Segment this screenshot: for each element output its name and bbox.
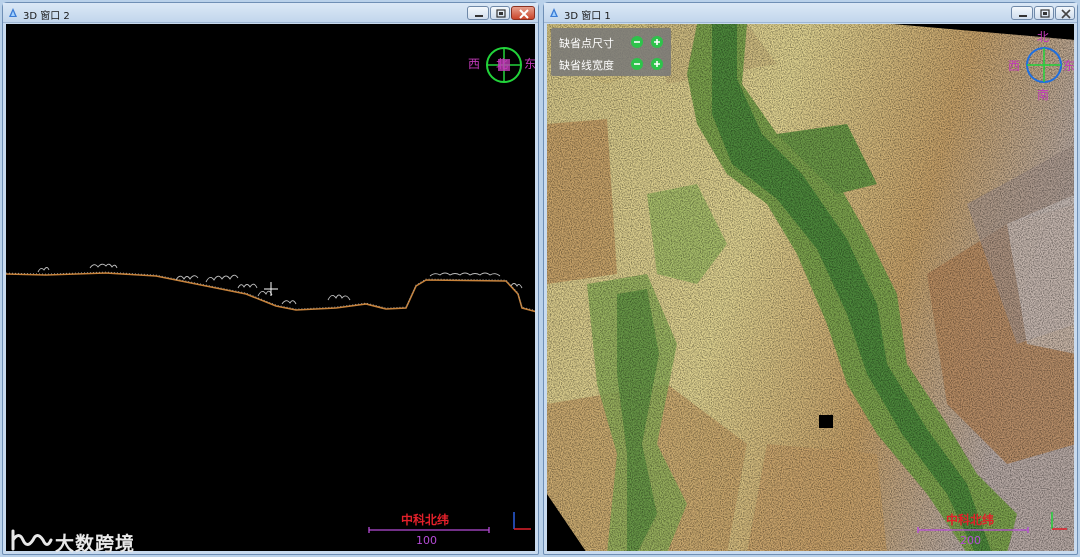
title-bar[interactable]: 3D 窗口 1	[544, 3, 1077, 23]
close-button[interactable]	[1055, 6, 1075, 20]
plus-icon	[654, 61, 660, 67]
app-icon	[9, 8, 17, 17]
minimize-button[interactable]	[1011, 6, 1033, 20]
scalebar-value: 100	[416, 534, 437, 547]
axis-indicator-icon	[1051, 512, 1067, 530]
app-icon	[550, 8, 558, 17]
maximize-button[interactable]	[1034, 6, 1054, 20]
minimize-button[interactable]	[467, 6, 489, 20]
compass-south-label: 南	[1037, 88, 1050, 102]
point-size-increase-button[interactable]	[651, 36, 663, 48]
display-settings-panel: 缺省点尺寸 缺省线宽度	[551, 28, 671, 76]
minus-icon	[634, 63, 640, 65]
compass-north-label: 北	[496, 57, 509, 71]
compass-icon	[1026, 47, 1062, 83]
point-size-decrease-button[interactable]	[631, 36, 643, 48]
3d-viewport-terrain[interactable]: 缺省点尺寸 缺省线宽度 北 西 东 南 中科北纬 200	[547, 24, 1074, 551]
compass-east-label: 东	[524, 57, 535, 71]
line-width-decrease-button[interactable]	[631, 58, 643, 70]
restore-icon	[496, 9, 506, 18]
point-size-label: 缺省点尺寸	[559, 37, 614, 50]
point-size-row: 缺省点尺寸	[557, 32, 669, 52]
compass-east-label: 东	[1063, 59, 1074, 73]
title-bar[interactable]: 3D 窗口 2	[3, 3, 538, 23]
window-title: 3D 窗口 1	[564, 11, 611, 22]
minimize-icon	[475, 15, 483, 17]
close-button[interactable]	[511, 6, 535, 20]
maximize-button[interactable]	[490, 6, 510, 20]
restore-icon	[1040, 9, 1050, 18]
compass-west-label: 西	[1008, 59, 1021, 73]
watermark-logo-icon	[11, 529, 53, 551]
close-icon	[1061, 9, 1071, 19]
line-width-label: 缺省线宽度	[559, 59, 614, 72]
terrain-point-cloud	[547, 24, 1074, 551]
line-width-increase-button[interactable]	[651, 58, 663, 70]
compass-west-label: 西	[468, 57, 481, 71]
minimize-icon	[1019, 15, 1027, 17]
line-width-row: 缺省线宽度	[557, 54, 669, 74]
compass-north-label: 北	[1037, 30, 1050, 44]
minus-icon	[634, 41, 640, 43]
plus-icon	[654, 39, 660, 45]
window-3d-1[interactable]: 3D 窗口 1 缺省点尺寸 缺省线宽度 北 西 东 南 中科北纬 200	[543, 2, 1078, 555]
window-3d-2[interactable]: 3D 窗口 2 西 北 东 中科北纬 100 大数跨境	[2, 2, 539, 555]
scalebar-value: 200	[960, 534, 981, 547]
3d-viewport-profile[interactable]: 西 北 东 中科北纬 100	[6, 24, 535, 551]
window-title: 3D 窗口 2	[23, 11, 70, 22]
watermark-text: 大数跨境	[55, 533, 136, 555]
point-cloud-profile	[6, 263, 535, 313]
close-icon	[519, 9, 529, 19]
axis-indicator-icon	[513, 512, 531, 530]
